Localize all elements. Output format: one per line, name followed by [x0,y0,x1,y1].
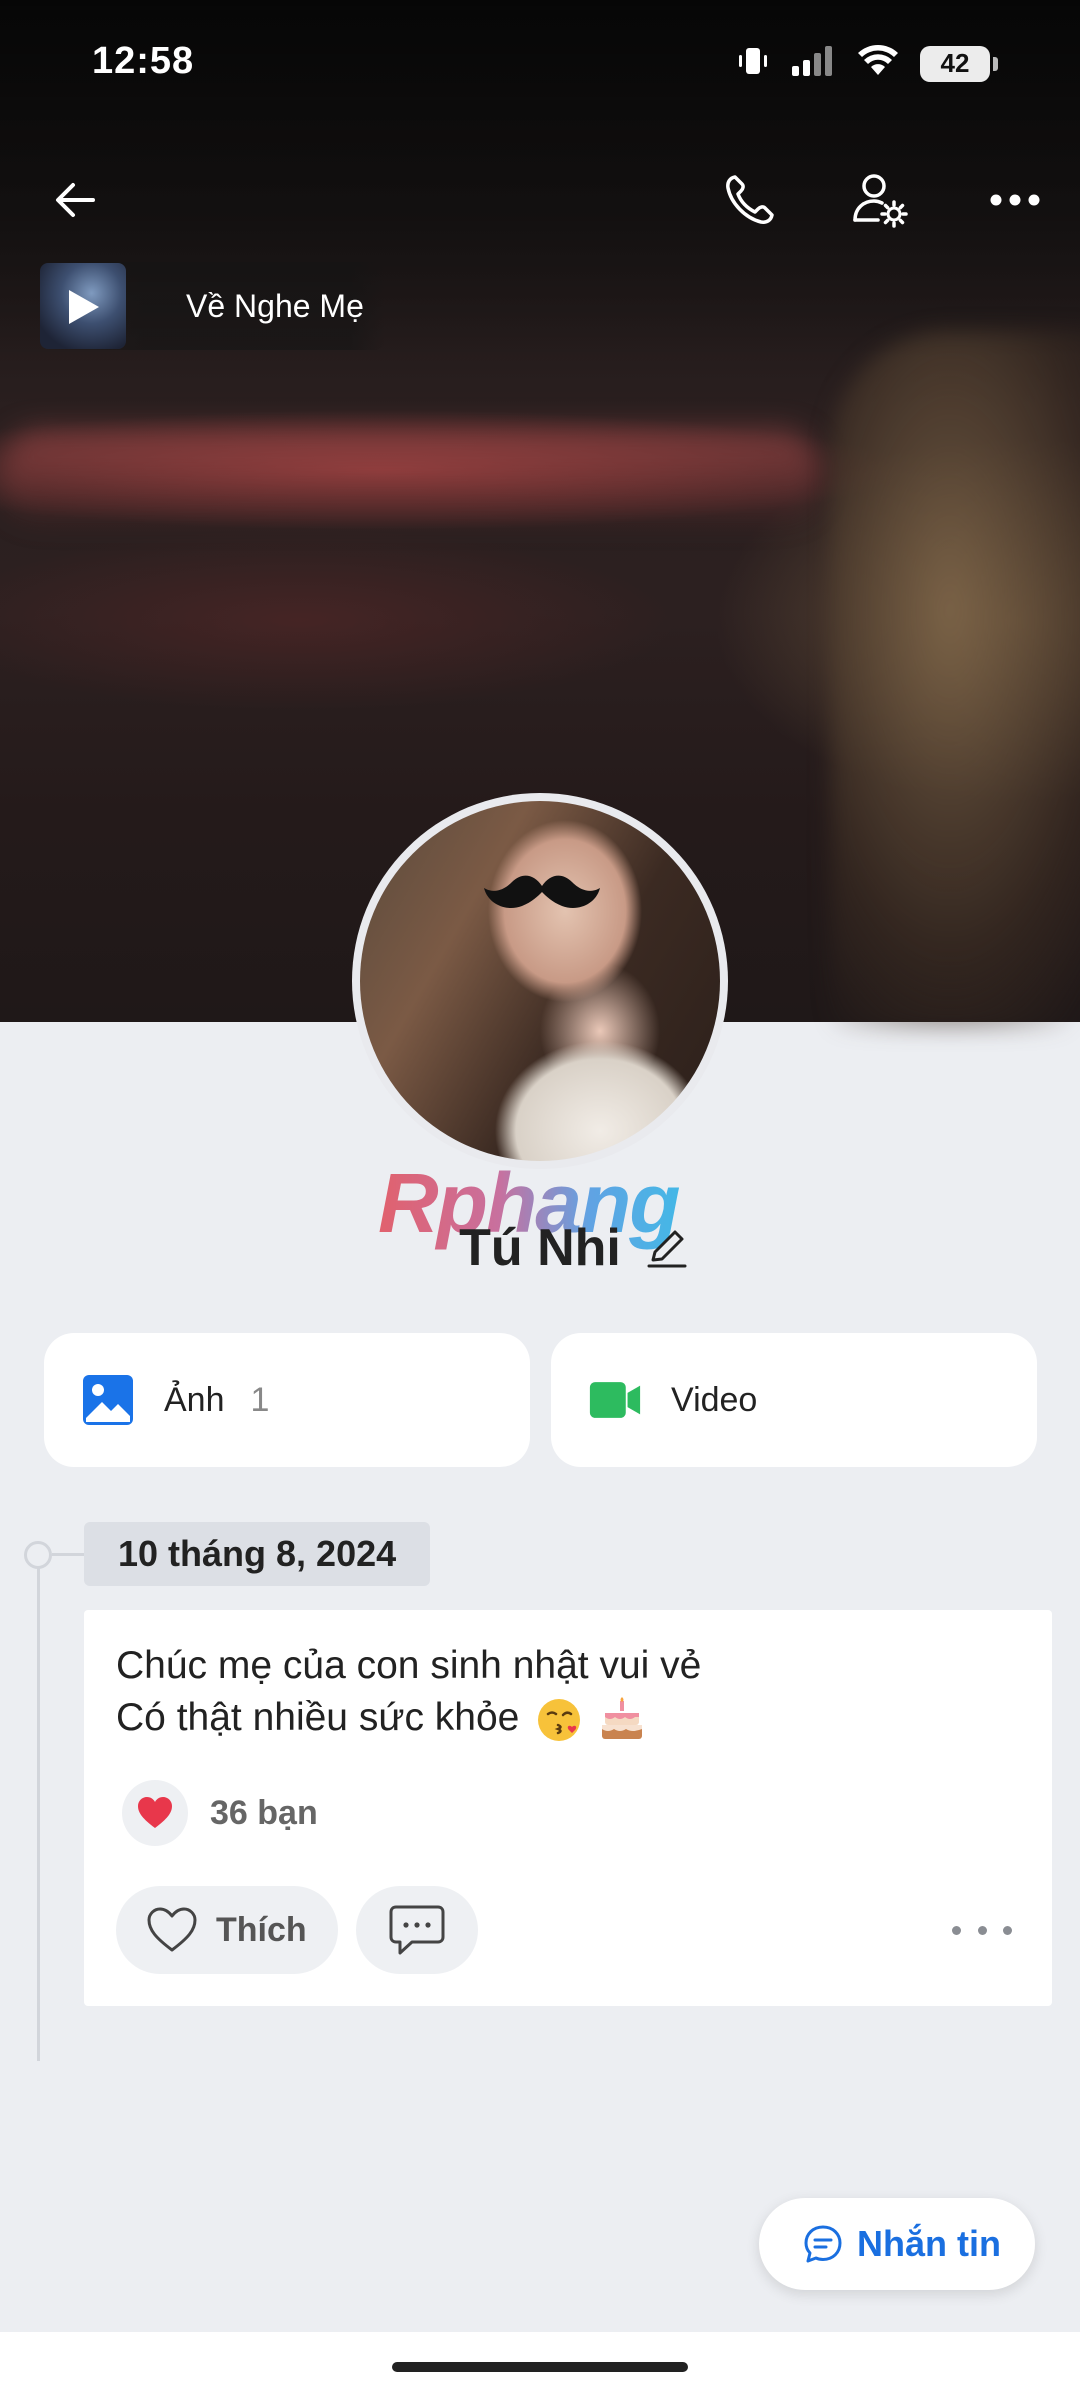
post-text: Chúc mẹ của con sinh nhật vui vẻ Có thật… [116,1640,701,1744]
post-date: 10 tháng 8, 2024 [84,1522,431,1586]
call-button[interactable] [710,160,790,240]
cellular-signal-icon [790,44,836,83]
photos-label: Ảnh [164,1380,225,1419]
avatar-image [360,801,720,1161]
mustache-sticker [484,875,600,908]
back-arrow-icon [56,183,95,217]
post-text-line-2-text: Có thật nhiều sức khỏe [116,1696,520,1739]
heart-reaction-icon [138,1797,172,1828]
post-card[interactable]: Chúc mẹ của con sinh nhật vui vẻ Có thật… [84,1610,1052,2006]
reaction-summary[interactable]: 36 bạn [122,1780,318,1846]
user-settings-icon [853,174,908,228]
timeline-connector [52,1553,84,1556]
more-dot [952,1925,961,1935]
post-more-button[interactable] [952,1910,1012,1950]
message-button[interactable]: Nhắn tin [759,2198,1035,2290]
profile-screen: 12:58 42 Về Nghe Mẹ Rphang Tú Nhi Ảnh 1 … [0,0,1080,2400]
wifi-icon [856,44,900,83]
more-button[interactable] [975,160,1055,240]
status-bar: 12:58 42 [0,0,1080,130]
avatar[interactable] [352,793,728,1169]
more-dot [977,1925,987,1935]
cover-seat-row [0,430,820,520]
post-text-line-2: Có thật nhiều sức khỏe [116,1692,701,1744]
like-button[interactable]: Thích [116,1886,338,1974]
status-time: 12:58 [92,40,195,82]
profile-settings-button[interactable] [840,160,920,240]
video-camera-icon [589,1374,641,1426]
back-button[interactable] [36,160,116,240]
reaction-count: 36 bạn [210,1793,318,1832]
battery-icon: 42 [920,45,998,82]
cover-figure [830,330,1080,1030]
vibrate-icon [736,44,770,83]
status-icons: 42 [736,44,998,83]
photos-count: 1 [250,1380,270,1419]
comment-icon [389,1905,445,1955]
timeline-line [37,1556,40,2061]
music-title: Về Nghe Mẹ [186,287,364,324]
phone-icon [726,175,774,224]
profile-name: Tú Nhi [459,1219,621,1277]
photo-icon [82,1374,134,1426]
videos-card[interactable]: Video [551,1333,1037,1467]
heart-outline-icon [147,1907,197,1952]
message-label: Nhắn tin [857,2223,1001,2264]
birthday-cake-emoji-icon [602,1696,643,1739]
music-cover-art [40,263,126,349]
timeline-dot [24,1541,52,1569]
home-indicator[interactable] [392,2362,688,2372]
more-dot [1003,1925,1012,1935]
chat-bubble-icon [804,2225,842,2263]
like-label: Thích [216,1910,307,1949]
pencil-icon [647,1230,687,1268]
more-icon [990,194,1040,206]
videos-label: Video [671,1380,758,1419]
photos-card[interactable]: Ảnh 1 [44,1333,530,1467]
edit-name-button[interactable] [645,1226,689,1270]
profile-music[interactable]: Về Nghe Mẹ [40,262,385,350]
comment-button[interactable] [356,1886,478,1974]
post-text-line-1: Chúc mẹ của con sinh nhật vui vẻ [116,1644,702,1687]
play-icon[interactable] [69,290,99,324]
kissing-face-emoji-icon [538,1698,581,1741]
reaction-bubble [122,1780,188,1846]
